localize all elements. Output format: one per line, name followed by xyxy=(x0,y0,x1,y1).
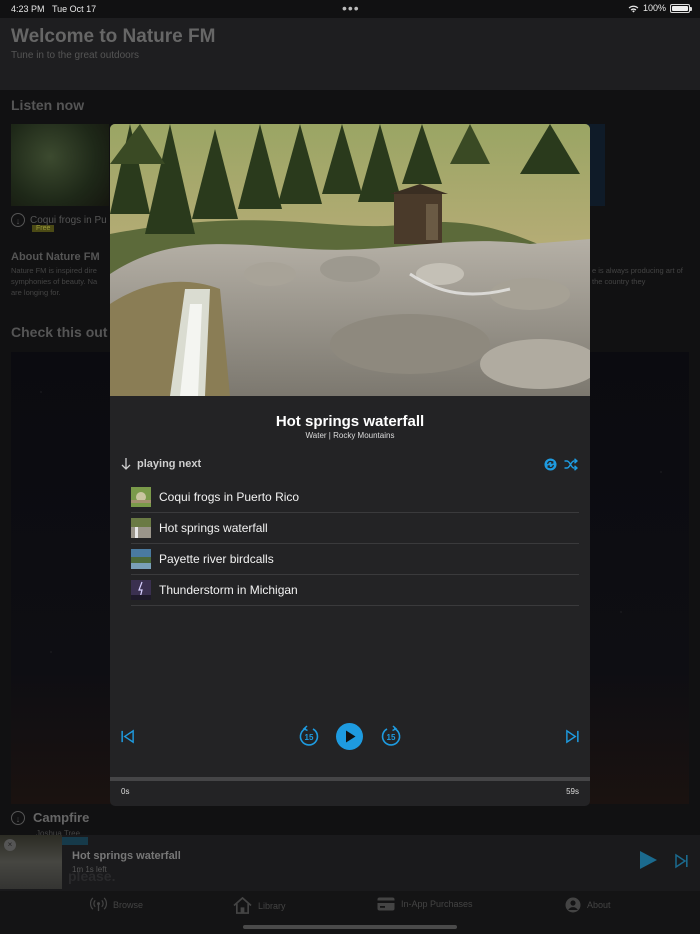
skip-next-icon[interactable] xyxy=(674,853,690,869)
featured-item-row: ↓ Coqui frogs in Pu xyxy=(11,213,107,227)
about-text-right: e is always producing art of the country… xyxy=(592,266,683,286)
skip-back-seconds: 15 xyxy=(305,733,314,742)
playing-next-header[interactable]: playing next xyxy=(121,458,201,470)
download-icon: ↓ xyxy=(11,810,25,825)
status-time: 4:23 PM xyxy=(11,4,45,14)
status-bar: 4:23 PM Tue Oct 17 ••• 100% xyxy=(0,0,700,18)
queue-item[interactable]: Thunderstorm in Michigan xyxy=(131,575,579,606)
listen-now-heading: Listen now xyxy=(11,97,85,113)
tab-label: Browse xyxy=(113,899,144,910)
download-icon: ↓ xyxy=(11,213,25,227)
status-right: 100% xyxy=(628,3,692,13)
mini-player-badge xyxy=(62,837,88,845)
play-button[interactable] xyxy=(336,723,363,750)
queue-item-label: Hot springs waterfall xyxy=(159,521,268,535)
tab-in-app-purchases[interactable]: In-App Purchases xyxy=(377,897,473,911)
repeat-icon[interactable] xyxy=(544,458,557,471)
play-icon[interactable] xyxy=(640,851,657,869)
battery-percent: 100% xyxy=(642,3,666,13)
shuffle-icon[interactable] xyxy=(564,458,578,471)
arrow-down-icon xyxy=(121,458,131,470)
app-title: Welcome to Nature FM xyxy=(11,26,216,47)
tab-library[interactable]: Library xyxy=(233,897,286,914)
mini-player-title: Hot springs waterfall xyxy=(72,850,181,862)
now-playing-modal: Hot springs waterfall Water | Rocky Moun… xyxy=(110,124,590,806)
queue-thumb-waterfall xyxy=(131,518,151,538)
app-subtitle: Tune in to the great outdoors xyxy=(11,50,140,61)
mini-player-time-left: 1m 1s left xyxy=(72,865,107,874)
tab-about[interactable]: About xyxy=(565,897,611,913)
house-icon xyxy=(233,897,252,914)
free-badge: Free xyxy=(32,225,55,232)
track-meta: Water | Rocky Mountains xyxy=(305,431,395,440)
featured-thumbnail xyxy=(11,124,109,206)
queue-item[interactable]: Hot springs waterfall xyxy=(131,513,579,544)
card-icon xyxy=(377,897,395,911)
battery-icon xyxy=(670,3,692,13)
queue-thumb-frog xyxy=(131,487,151,507)
elapsed-time: 0s xyxy=(121,787,130,796)
skip-next-icon[interactable] xyxy=(565,729,580,744)
artwork-hot-springs-waterfall xyxy=(110,124,590,396)
home-indicator[interactable] xyxy=(243,925,457,929)
playing-next-label: playing next xyxy=(137,458,202,470)
skip-forward-15-icon[interactable]: 15 xyxy=(380,725,402,747)
campfire-row: ↓ Campfire xyxy=(11,810,89,825)
skip-previous-icon[interactable] xyxy=(120,729,135,744)
skip-back-15-icon[interactable]: 15 xyxy=(298,725,320,747)
about-text-left: Nature FM is inspired dire symphonies of… xyxy=(11,266,98,297)
close-icon[interactable]: × xyxy=(4,839,16,851)
up-next-queue: Coqui frogs in Puerto Rico Hot springs w… xyxy=(131,482,579,606)
campfire-title: Campfire xyxy=(33,810,90,825)
tab-label: About xyxy=(587,900,611,910)
queue-item[interactable]: Coqui frogs in Puerto Rico xyxy=(131,482,579,513)
queue-thumb-river xyxy=(131,549,151,569)
total-time: 59s xyxy=(566,787,579,796)
tab-label: In-App Purchases xyxy=(401,899,473,909)
status-date: Tue Oct 17 xyxy=(52,4,97,14)
tab-label: Library xyxy=(258,900,286,911)
check-this-out-heading: Check this out xyxy=(11,324,108,340)
skip-forward-seconds: 15 xyxy=(387,733,396,742)
queue-item-label: Coqui frogs in Puerto Rico xyxy=(159,490,300,504)
queue-item-label: Thunderstorm in Michigan xyxy=(159,583,298,597)
multitasking-dots[interactable]: ••• xyxy=(342,0,360,16)
progress-bar[interactable] xyxy=(110,777,590,781)
broadcast-icon xyxy=(90,897,107,912)
person-circle-icon xyxy=(565,897,581,913)
tab-browse[interactable]: Browse xyxy=(90,897,143,912)
queue-item[interactable]: Payette river birdcalls xyxy=(131,544,579,575)
wifi-icon xyxy=(628,5,639,13)
about-title: About Nature FM xyxy=(11,251,100,263)
queue-thumb-storm xyxy=(131,580,151,600)
track-title: Hot springs waterfall xyxy=(275,413,425,430)
queue-item-label: Payette river birdcalls xyxy=(159,552,274,566)
featured-item-label: Coqui frogs in Pu xyxy=(30,214,107,226)
